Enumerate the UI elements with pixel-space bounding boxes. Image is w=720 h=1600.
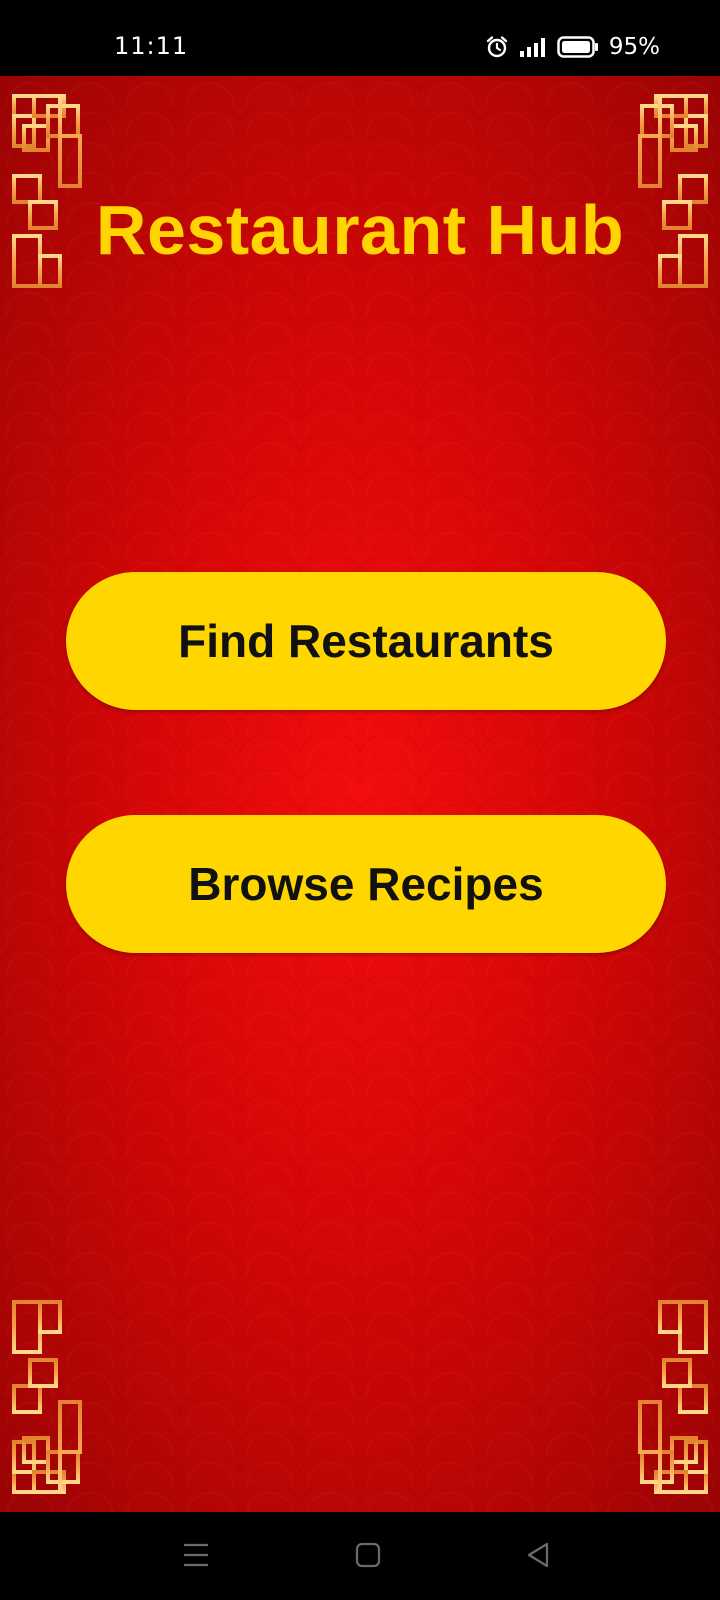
battery-percent: 95% [608, 34, 660, 60]
app-title: Restaurant Hub [95, 191, 625, 269]
back-icon[interactable] [525, 1542, 551, 1573]
decorative-frame [12, 94, 708, 1494]
phone-screen: 11:11 95% Restaurant Hub Find Restaurant… [0, 0, 720, 1600]
status-icons: 95% [485, 32, 660, 62]
app-screen: Restaurant Hub Find Restaurants Browse R… [0, 76, 720, 1512]
browse-recipes-button[interactable]: Browse Recipes [66, 815, 666, 953]
status-time: 11:11 [114, 32, 189, 60]
alarm-icon [485, 35, 509, 59]
find-restaurants-button[interactable]: Find Restaurants [66, 572, 666, 710]
battery-icon [557, 36, 599, 58]
navigation-bar [0, 1512, 720, 1600]
status-bar: 11:11 95% [0, 0, 720, 76]
signal-icon [519, 37, 547, 57]
menu-icon[interactable] [182, 1542, 210, 1573]
home-icon[interactable] [355, 1542, 381, 1573]
